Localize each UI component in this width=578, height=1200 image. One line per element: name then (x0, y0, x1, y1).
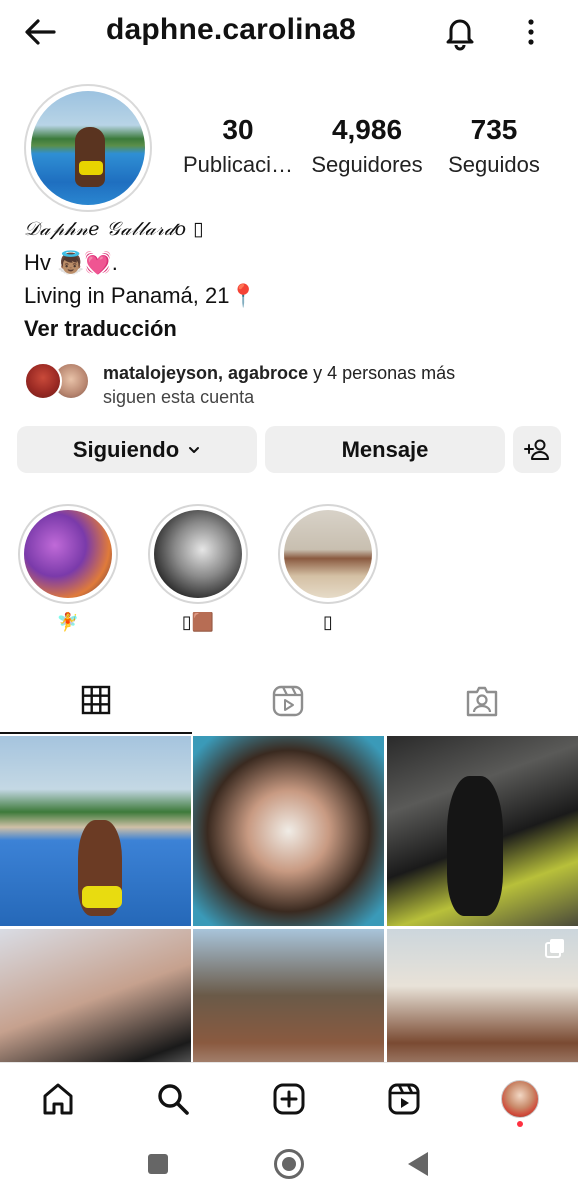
avatar (24, 362, 62, 400)
posts-grid (0, 736, 578, 1062)
following-count[interactable]: 735 Seguidos (438, 114, 550, 178)
suggest-users-button[interactable] (513, 426, 561, 473)
followed-by-text: matalojeyson, agabroce y 4 personas más … (103, 361, 455, 409)
see-translation-link[interactable]: Ver traducción (24, 312, 564, 345)
more-vertical-icon[interactable] (516, 14, 546, 50)
followers-count[interactable]: 4,986 Seguidores (304, 114, 430, 178)
post-thumbnail[interactable] (387, 736, 578, 926)
top-bar: daphne.carolina8 (0, 0, 578, 64)
following-label: Siguiendo (72, 436, 180, 462)
recent-apps-icon[interactable] (148, 1154, 168, 1174)
search-icon[interactable] (153, 1079, 193, 1119)
story-highlight[interactable]: ▯ (278, 504, 378, 636)
highlight-cover (154, 510, 242, 598)
followed-by[interactable]: matalojeyson, agabroce y 4 personas más … (24, 360, 564, 408)
follower-names: matalojeyson, agabroce (103, 363, 309, 383)
bottom-navigation (0, 1062, 578, 1132)
profile-avatar[interactable] (24, 84, 152, 212)
multi-photo-icon (545, 939, 564, 958)
bio-line: Hv 👼🏽💓. (24, 250, 118, 275)
stat-value: 735 (470, 114, 518, 145)
back-arrow-icon[interactable] (20, 14, 60, 50)
back-triangle-icon[interactable] (408, 1152, 428, 1176)
home-circle-icon[interactable] (274, 1149, 304, 1179)
post-thumbnail[interactable] (0, 736, 191, 926)
stat-label: Publicaci… (182, 152, 294, 177)
post-thumbnail[interactable] (193, 736, 384, 926)
story-highlight[interactable]: ▯🟫 (148, 504, 248, 636)
profile-bio: 𝒟𝒶𝓅𝒽𝓃𝑒 𝒢𝒶𝓁𝓁𝒶𝓇𝒹𝑜 ▯ Hv 👼🏽💓. Living in Pana… (24, 218, 564, 345)
chevron-down-icon (189, 446, 200, 453)
highlight-cover (284, 510, 372, 598)
reels-icon (272, 685, 304, 717)
tagged-person-icon (466, 686, 498, 717)
tab-tagged[interactable] (386, 668, 578, 734)
post-thumbnail[interactable] (193, 929, 384, 1062)
avatar (501, 1080, 539, 1118)
stat-label: Seguidos (448, 152, 540, 177)
add-person-icon (524, 439, 549, 460)
stat-label: Seguidores (311, 152, 423, 177)
highlight-cover (24, 510, 112, 598)
profile-tab[interactable] (500, 1079, 540, 1119)
tab-posts[interactable] (0, 668, 192, 734)
post-thumbnail[interactable] (0, 929, 191, 1062)
avatar-image (31, 91, 145, 205)
following-button[interactable]: Siguiendo (17, 426, 257, 473)
create-post-icon[interactable] (269, 1079, 309, 1119)
followed-by-rest: y 4 personas más (308, 363, 456, 383)
highlight-label: 🧚 (56, 612, 80, 632)
stat-value: 4,986 (331, 114, 403, 145)
posts-count[interactable]: 30 Publicaci… (176, 114, 300, 178)
message-label: Mensaje (341, 436, 429, 462)
home-icon[interactable] (38, 1079, 78, 1119)
story-highlight[interactable]: 🧚 (18, 504, 118, 636)
display-name: 𝒟𝒶𝓅𝒽𝓃𝑒 𝒢𝒶𝓁𝓁𝒶𝓇𝒹𝑜 ▯ (24, 218, 205, 240)
grid-icon (81, 685, 111, 715)
profile-tabs (0, 668, 578, 734)
profile-username: daphne.carolina8 (106, 13, 356, 46)
message-button[interactable]: Mensaje (265, 426, 505, 473)
stat-value: 30 (222, 114, 254, 145)
notification-dot (517, 1121, 523, 1127)
followed-by-sub: siguen esta cuenta (103, 387, 255, 407)
reels-icon[interactable] (384, 1079, 424, 1119)
bio-line: Living in Panamá, 21📍 (24, 283, 257, 308)
highlight-label: ▯🟫 (181, 612, 215, 632)
bell-icon[interactable] (440, 12, 480, 52)
post-thumbnail[interactable] (387, 929, 578, 1062)
system-navigation-bar (0, 1132, 578, 1200)
highlight-label: ▯ (323, 612, 333, 632)
tab-reels[interactable] (192, 668, 384, 734)
